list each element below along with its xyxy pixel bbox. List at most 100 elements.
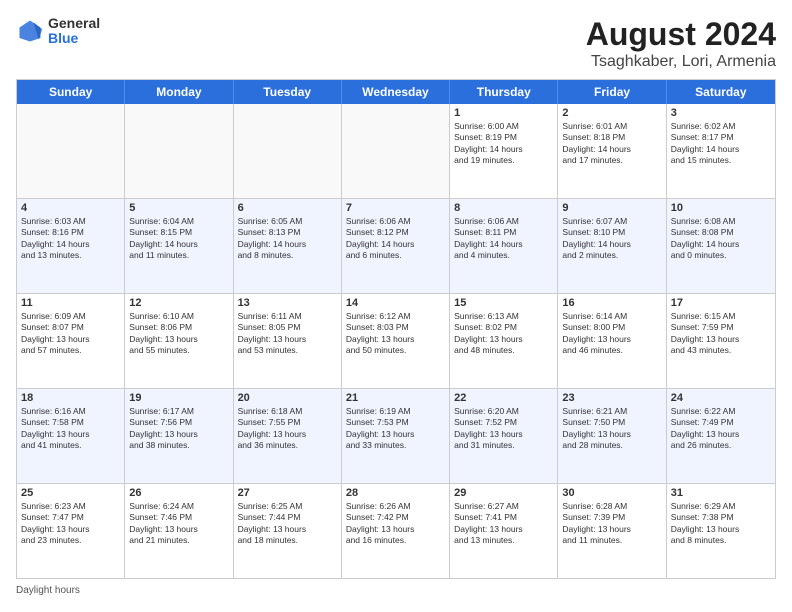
day-number: 19 bbox=[129, 392, 228, 404]
day-cell: 8Sunrise: 6:06 AM Sunset: 8:11 PM Daylig… bbox=[450, 199, 558, 293]
day-info: Sunrise: 6:09 AM Sunset: 8:07 PM Dayligh… bbox=[21, 311, 120, 357]
day-info: Sunrise: 6:11 AM Sunset: 8:05 PM Dayligh… bbox=[238, 311, 337, 357]
day-cell: 26Sunrise: 6:24 AM Sunset: 7:46 PM Dayli… bbox=[125, 484, 233, 578]
day-info: Sunrise: 6:15 AM Sunset: 7:59 PM Dayligh… bbox=[671, 311, 771, 357]
day-header-monday: Monday bbox=[125, 80, 233, 104]
week-row-3: 11 Sunrise: 6:09 AM Sunset: 8:07 PM Dayli… bbox=[17, 294, 775, 389]
day-number: 9 bbox=[562, 202, 661, 214]
day-cell: 30Sunrise: 6:28 AM Sunset: 7:39 PM Dayli… bbox=[558, 484, 666, 578]
day-cell bbox=[17, 104, 125, 198]
day-cell: 7 Sunrise: 6:06 AM Sunset: 8:12 PM Daylig… bbox=[342, 199, 450, 293]
logo: General Blue bbox=[16, 16, 100, 47]
week-row-5: 25Sunrise: 6:23 AM Sunset: 7:47 PM Dayli… bbox=[17, 484, 775, 578]
day-number: 22 bbox=[454, 392, 553, 404]
day-info: Sunrise: 6:13 AM Sunset: 8:02 PM Dayligh… bbox=[454, 311, 553, 357]
day-cell bbox=[234, 104, 342, 198]
day-number: 11 bbox=[21, 297, 120, 309]
day-header-thursday: Thursday bbox=[450, 80, 558, 104]
day-cell: 20 Sunrise: 6:18 AM Sunset: 7:55 PM Dayli… bbox=[234, 389, 342, 483]
day-number: 29 bbox=[454, 487, 553, 499]
day-headers: SundayMondayTuesdayWednesdayThursdayFrid… bbox=[17, 80, 775, 104]
day-info: Sunrise: 6:06 AM Sunset: 8:11 PM Dayligh… bbox=[454, 216, 553, 262]
day-number: 7 bbox=[346, 202, 445, 214]
day-cell: 23Sunrise: 6:21 AM Sunset: 7:50 PM Dayli… bbox=[558, 389, 666, 483]
day-cell: 16 Sunrise: 6:14 AM Sunset: 8:00 PM Dayli… bbox=[558, 294, 666, 388]
day-info: Sunrise: 6:10 AM Sunset: 8:06 PM Dayligh… bbox=[129, 311, 228, 357]
week-row-1: 1Sunrise: 6:00 AM Sunset: 8:19 PM Daylig… bbox=[17, 104, 775, 199]
day-cell: 22 Sunrise: 6:20 AM Sunset: 7:52 PM Dayli… bbox=[450, 389, 558, 483]
day-cell: 2 Sunrise: 6:01 AM Sunset: 8:18 PM Daylig… bbox=[558, 104, 666, 198]
main-title: August 2024 bbox=[586, 16, 776, 53]
day-number: 17 bbox=[671, 297, 771, 309]
day-info: Sunrise: 6:29 AM Sunset: 7:38 PM Dayligh… bbox=[671, 501, 771, 547]
daylight-label: Daylight hours bbox=[16, 585, 80, 596]
day-info: Sunrise: 6:05 AM Sunset: 8:13 PM Dayligh… bbox=[238, 216, 337, 262]
day-number: 16 bbox=[562, 297, 661, 309]
day-cell: 13 Sunrise: 6:11 AM Sunset: 8:05 PM Dayli… bbox=[234, 294, 342, 388]
day-cell bbox=[125, 104, 233, 198]
day-cell: 27Sunrise: 6:25 AM Sunset: 7:44 PM Dayli… bbox=[234, 484, 342, 578]
day-number: 10 bbox=[671, 202, 771, 214]
day-number: 30 bbox=[562, 487, 661, 499]
day-cell: 17 Sunrise: 6:15 AM Sunset: 7:59 PM Dayli… bbox=[667, 294, 775, 388]
day-number: 26 bbox=[129, 487, 228, 499]
footer-note: Daylight hours bbox=[16, 585, 776, 596]
day-cell: 21Sunrise: 6:19 AM Sunset: 7:53 PM Dayli… bbox=[342, 389, 450, 483]
day-number: 5 bbox=[129, 202, 228, 214]
day-cell: 12Sunrise: 6:10 AM Sunset: 8:06 PM Dayli… bbox=[125, 294, 233, 388]
day-header-friday: Friday bbox=[558, 80, 666, 104]
day-number: 13 bbox=[238, 297, 337, 309]
day-header-wednesday: Wednesday bbox=[342, 80, 450, 104]
day-number: 3 bbox=[671, 107, 771, 119]
day-info: Sunrise: 6:08 AM Sunset: 8:08 PM Dayligh… bbox=[671, 216, 771, 262]
day-number: 4 bbox=[21, 202, 120, 214]
day-number: 28 bbox=[346, 487, 445, 499]
day-cell: 24 Sunrise: 6:22 AM Sunset: 7:49 PM Dayli… bbox=[667, 389, 775, 483]
day-cell: 14 Sunrise: 6:12 AM Sunset: 8:03 PM Dayli… bbox=[342, 294, 450, 388]
day-number: 24 bbox=[671, 392, 771, 404]
day-cell: 15Sunrise: 6:13 AM Sunset: 8:02 PM Dayli… bbox=[450, 294, 558, 388]
header: General Blue August 2024 Tsaghkaber, Lor… bbox=[16, 16, 776, 71]
day-header-sunday: Sunday bbox=[17, 80, 125, 104]
subtitle: Tsaghkaber, Lori, Armenia bbox=[586, 53, 776, 71]
day-info: Sunrise: 6:06 AM Sunset: 8:12 PM Dayligh… bbox=[346, 216, 445, 262]
day-info: Sunrise: 6:17 AM Sunset: 7:56 PM Dayligh… bbox=[129, 406, 228, 452]
day-number: 20 bbox=[238, 392, 337, 404]
day-number: 14 bbox=[346, 297, 445, 309]
day-cell: 19 Sunrise: 6:17 AM Sunset: 7:56 PM Dayli… bbox=[125, 389, 233, 483]
day-cell: 25Sunrise: 6:23 AM Sunset: 7:47 PM Dayli… bbox=[17, 484, 125, 578]
day-info: Sunrise: 6:16 AM Sunset: 7:58 PM Dayligh… bbox=[21, 406, 120, 452]
day-info: Sunrise: 6:27 AM Sunset: 7:41 PM Dayligh… bbox=[454, 501, 553, 547]
day-cell: 5Sunrise: 6:04 AM Sunset: 8:15 PM Daylig… bbox=[125, 199, 233, 293]
day-info: Sunrise: 6:12 AM Sunset: 8:03 PM Dayligh… bbox=[346, 311, 445, 357]
day-info: Sunrise: 6:18 AM Sunset: 7:55 PM Dayligh… bbox=[238, 406, 337, 452]
logo-icon bbox=[16, 17, 44, 45]
day-cell: 10 Sunrise: 6:08 AM Sunset: 8:08 PM Dayli… bbox=[667, 199, 775, 293]
day-cell bbox=[342, 104, 450, 198]
day-number: 23 bbox=[562, 392, 661, 404]
day-info: Sunrise: 6:22 AM Sunset: 7:49 PM Dayligh… bbox=[671, 406, 771, 452]
day-info: Sunrise: 6:03 AM Sunset: 8:16 PM Dayligh… bbox=[21, 216, 120, 262]
day-number: 27 bbox=[238, 487, 337, 499]
week-row-4: 18 Sunrise: 6:16 AM Sunset: 7:58 PM Dayli… bbox=[17, 389, 775, 484]
day-info: Sunrise: 6:26 AM Sunset: 7:42 PM Dayligh… bbox=[346, 501, 445, 547]
day-info: Sunrise: 6:01 AM Sunset: 8:18 PM Dayligh… bbox=[562, 121, 661, 167]
day-info: Sunrise: 6:00 AM Sunset: 8:19 PM Dayligh… bbox=[454, 121, 553, 167]
day-header-saturday: Saturday bbox=[667, 80, 775, 104]
day-cell: 9 Sunrise: 6:07 AM Sunset: 8:10 PM Daylig… bbox=[558, 199, 666, 293]
day-info: Sunrise: 6:07 AM Sunset: 8:10 PM Dayligh… bbox=[562, 216, 661, 262]
day-cell: 6Sunrise: 6:05 AM Sunset: 8:13 PM Daylig… bbox=[234, 199, 342, 293]
day-info: Sunrise: 6:14 AM Sunset: 8:00 PM Dayligh… bbox=[562, 311, 661, 357]
day-number: 2 bbox=[562, 107, 661, 119]
day-info: Sunrise: 6:19 AM Sunset: 7:53 PM Dayligh… bbox=[346, 406, 445, 452]
day-number: 18 bbox=[21, 392, 120, 404]
day-cell: 11 Sunrise: 6:09 AM Sunset: 8:07 PM Dayli… bbox=[17, 294, 125, 388]
day-cell: 3Sunrise: 6:02 AM Sunset: 8:17 PM Daylig… bbox=[667, 104, 775, 198]
day-number: 25 bbox=[21, 487, 120, 499]
calendar: SundayMondayTuesdayWednesdayThursdayFrid… bbox=[16, 79, 776, 579]
day-info: Sunrise: 6:20 AM Sunset: 7:52 PM Dayligh… bbox=[454, 406, 553, 452]
day-number: 31 bbox=[671, 487, 771, 499]
day-cell: 28 Sunrise: 6:26 AM Sunset: 7:42 PM Dayli… bbox=[342, 484, 450, 578]
day-cell: 29 Sunrise: 6:27 AM Sunset: 7:41 PM Dayli… bbox=[450, 484, 558, 578]
weeks: 1Sunrise: 6:00 AM Sunset: 8:19 PM Daylig… bbox=[17, 104, 775, 578]
